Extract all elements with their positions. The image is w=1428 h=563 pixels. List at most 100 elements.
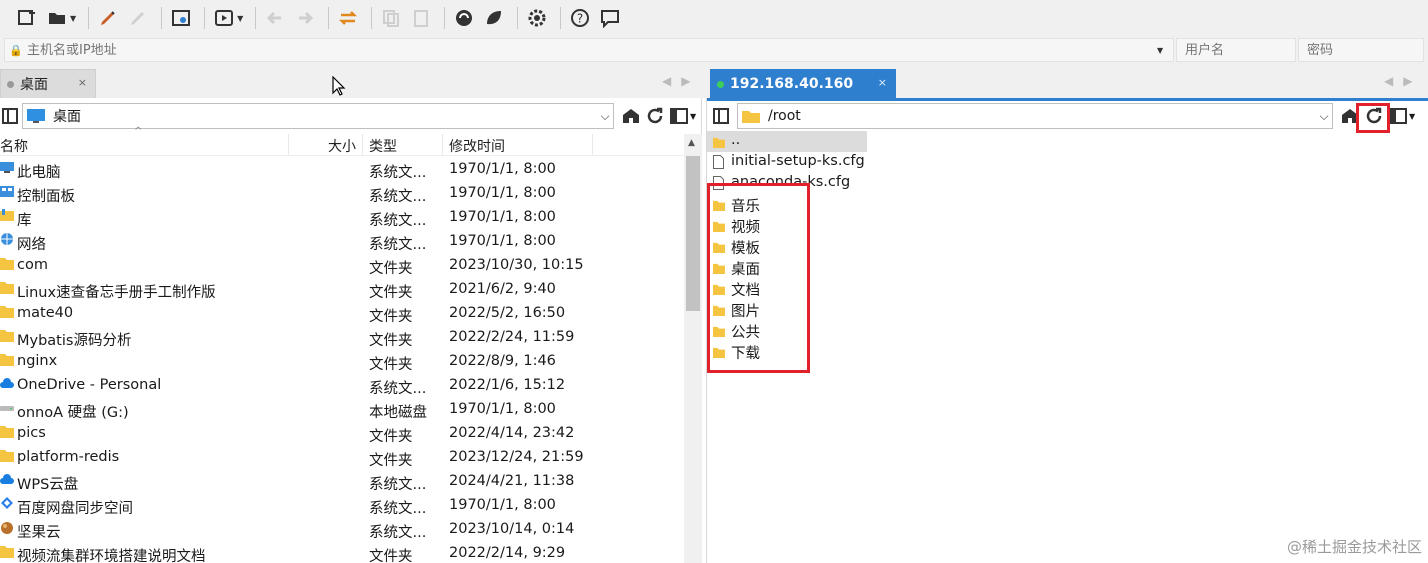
table-row[interactable]: onnoA 硬盘 (G:) 本地磁盘 1970/1/1, 8:00 (0, 398, 684, 422)
forward-arrow-icon[interactable] (292, 5, 318, 31)
table-row[interactable]: 控制面板 系统文... 1970/1/1, 8:00 (0, 182, 684, 206)
remote-path-box[interactable]: /root ⌵ (737, 103, 1333, 129)
close-icon[interactable]: × (878, 76, 887, 89)
table-row[interactable]: mate40 文件夹 2022/5/2, 16:50 (0, 302, 684, 326)
vertical-scrollbar[interactable]: ▲ (684, 134, 702, 563)
table-row[interactable]: WPS云盘 系统文... 2024/4/21, 11:38 (0, 470, 684, 494)
scroll-up-icon[interactable]: ▲ (688, 138, 695, 148)
file-type: 文件夹 (369, 549, 413, 563)
chevron-down-icon[interactable]: ⌵ (597, 109, 613, 124)
chevron-down-icon[interactable]: ▼ (1409, 112, 1415, 121)
table-row[interactable]: 此电脑 系统文... 1970/1/1, 8:00 (0, 158, 684, 182)
transfer-icon[interactable] (335, 5, 361, 31)
host-input[interactable] (27, 42, 1157, 58)
list-item[interactable]: 图片 (707, 299, 1428, 320)
view-mode-icon[interactable] (1387, 105, 1409, 127)
column-divider[interactable] (592, 134, 593, 155)
gear-icon[interactable] (524, 5, 550, 31)
table-row[interactable]: 坚果云 系统文... 2023/10/14, 0:14 (0, 518, 684, 542)
table-row[interactable]: 网络 系统文... 1970/1/1, 8:00 (0, 230, 684, 254)
table-row[interactable]: Mybatis源码分析 文件夹 2022/2/24, 11:59 (0, 326, 684, 350)
list-item[interactable]: .. (707, 131, 867, 152)
table-row[interactable]: OneDrive - Personal 系统文... 2022/1/6, 15:12 (0, 374, 684, 398)
open-folder-icon[interactable] (44, 5, 70, 31)
column-divider[interactable] (288, 134, 289, 155)
settings-icon[interactable] (168, 5, 194, 31)
column-type[interactable]: 类型 (369, 136, 397, 156)
tab-local-desktop[interactable]: 桌面 × (0, 69, 96, 98)
file-type: 文件夹 (369, 333, 413, 349)
chevron-down-icon[interactable]: ⌵ (1316, 109, 1332, 124)
refresh-highlight-box (1356, 103, 1390, 133)
password-field[interactable] (1298, 38, 1424, 62)
table-row[interactable]: com 文件夹 2023/10/30, 10:15 (0, 254, 684, 278)
list-item[interactable]: 下载 (707, 341, 1428, 362)
tab-scroll-arrows[interactable]: ◀▶ (662, 74, 700, 88)
network-icon (0, 233, 14, 246)
scrollbar-thumb[interactable] (686, 156, 700, 311)
toolbar-divider (328, 7, 330, 29)
edit-icon[interactable] (95, 5, 121, 31)
ssh-icon[interactable] (451, 5, 477, 31)
home-icon[interactable] (620, 105, 642, 127)
file-name: 坚果云 (17, 525, 61, 541)
file-type: 文件夹 (369, 429, 413, 445)
new-session-icon[interactable] (14, 5, 40, 31)
file-name: mate40 (17, 305, 74, 321)
chevron-down-icon[interactable]: ▼ (690, 112, 696, 121)
tab-remote-host[interactable]: 192.168.40.160 × (710, 69, 896, 98)
file-modified: 2023/10/14, 0:14 (449, 521, 575, 537)
list-item[interactable]: anaconda-ks.cfg (707, 173, 1428, 194)
sidebar-toggle-icon[interactable] (2, 108, 18, 124)
local-path-text: 桌面 (53, 109, 81, 125)
chevron-down-icon[interactable]: ▼ (70, 14, 76, 23)
list-item[interactable]: 音乐 (707, 194, 1428, 215)
main-toolbar: ▼ ▼ ? (0, 0, 1428, 36)
view-mode-icon[interactable] (668, 105, 690, 127)
column-name[interactable]: 名称 (0, 136, 28, 156)
table-row[interactable]: pics 文件夹 2022/4/14, 23:42 (0, 422, 684, 446)
chevron-down-icon[interactable]: ▼ (237, 14, 243, 23)
username-field[interactable] (1176, 38, 1296, 62)
disconnect-icon[interactable] (125, 5, 151, 31)
tab-scroll-arrows[interactable]: ◀▶ (1384, 74, 1422, 88)
username-input[interactable] (1177, 39, 1295, 61)
paste-icon[interactable] (408, 5, 434, 31)
sidebar-toggle-icon[interactable] (713, 108, 729, 124)
list-item[interactable]: 桌面 (707, 257, 1428, 278)
close-icon[interactable]: × (78, 76, 87, 89)
back-arrow-icon[interactable] (262, 5, 288, 31)
column-size[interactable]: 大小 (328, 136, 356, 156)
list-item[interactable]: initial-setup-ks.cfg (707, 152, 1428, 173)
list-item[interactable]: 模板 (707, 236, 1428, 257)
file-type: 系统文... (369, 525, 427, 541)
folder-icon (0, 305, 14, 318)
table-row[interactable]: 百度网盘同步空间 系统文... 1970/1/1, 8:00 (0, 494, 684, 518)
local-path-box[interactable]: 桌面 ⌵ (22, 103, 614, 129)
list-item[interactable]: 视频 (707, 215, 1428, 236)
password-input[interactable] (1299, 39, 1423, 61)
list-item[interactable]: 文档 (707, 278, 1428, 299)
list-item[interactable]: 公共 (707, 320, 1428, 341)
file-name: 控制面板 (17, 189, 75, 205)
file-name: OneDrive - Personal (17, 377, 162, 393)
file-modified: 2022/2/24, 11:59 (449, 329, 575, 345)
tab-status-dot (7, 80, 14, 88)
table-row[interactable]: Linux速查备忘手册手工制作版 文件夹 2021/6/2, 9:40 (0, 278, 684, 302)
table-row[interactable]: nginx 文件夹 2022/8/9, 1:46 (0, 350, 684, 374)
console-icon[interactable] (481, 5, 507, 31)
column-divider[interactable] (362, 134, 363, 155)
help-icon[interactable]: ? (567, 5, 593, 31)
file-name: 百度网盘同步空间 (17, 501, 133, 517)
table-row[interactable]: 库 系统文... 1970/1/1, 8:00 (0, 206, 684, 230)
column-divider[interactable] (442, 134, 443, 155)
host-field[interactable]: 🔒 ▼ (4, 38, 1174, 62)
copy-icon[interactable] (378, 5, 404, 31)
chat-icon[interactable] (597, 5, 623, 31)
table-row[interactable]: platform-redis 文件夹 2023/12/24, 21:59 (0, 446, 684, 470)
refresh-icon[interactable] (644, 105, 666, 127)
play-icon[interactable] (211, 5, 237, 31)
chevron-down-icon[interactable]: ▼ (1157, 46, 1173, 55)
column-modified[interactable]: 修改时间 (449, 136, 505, 156)
table-row[interactable]: 视频流集群环境搭建说明文档 文件夹 2022/2/14, 9:29 (0, 542, 684, 563)
